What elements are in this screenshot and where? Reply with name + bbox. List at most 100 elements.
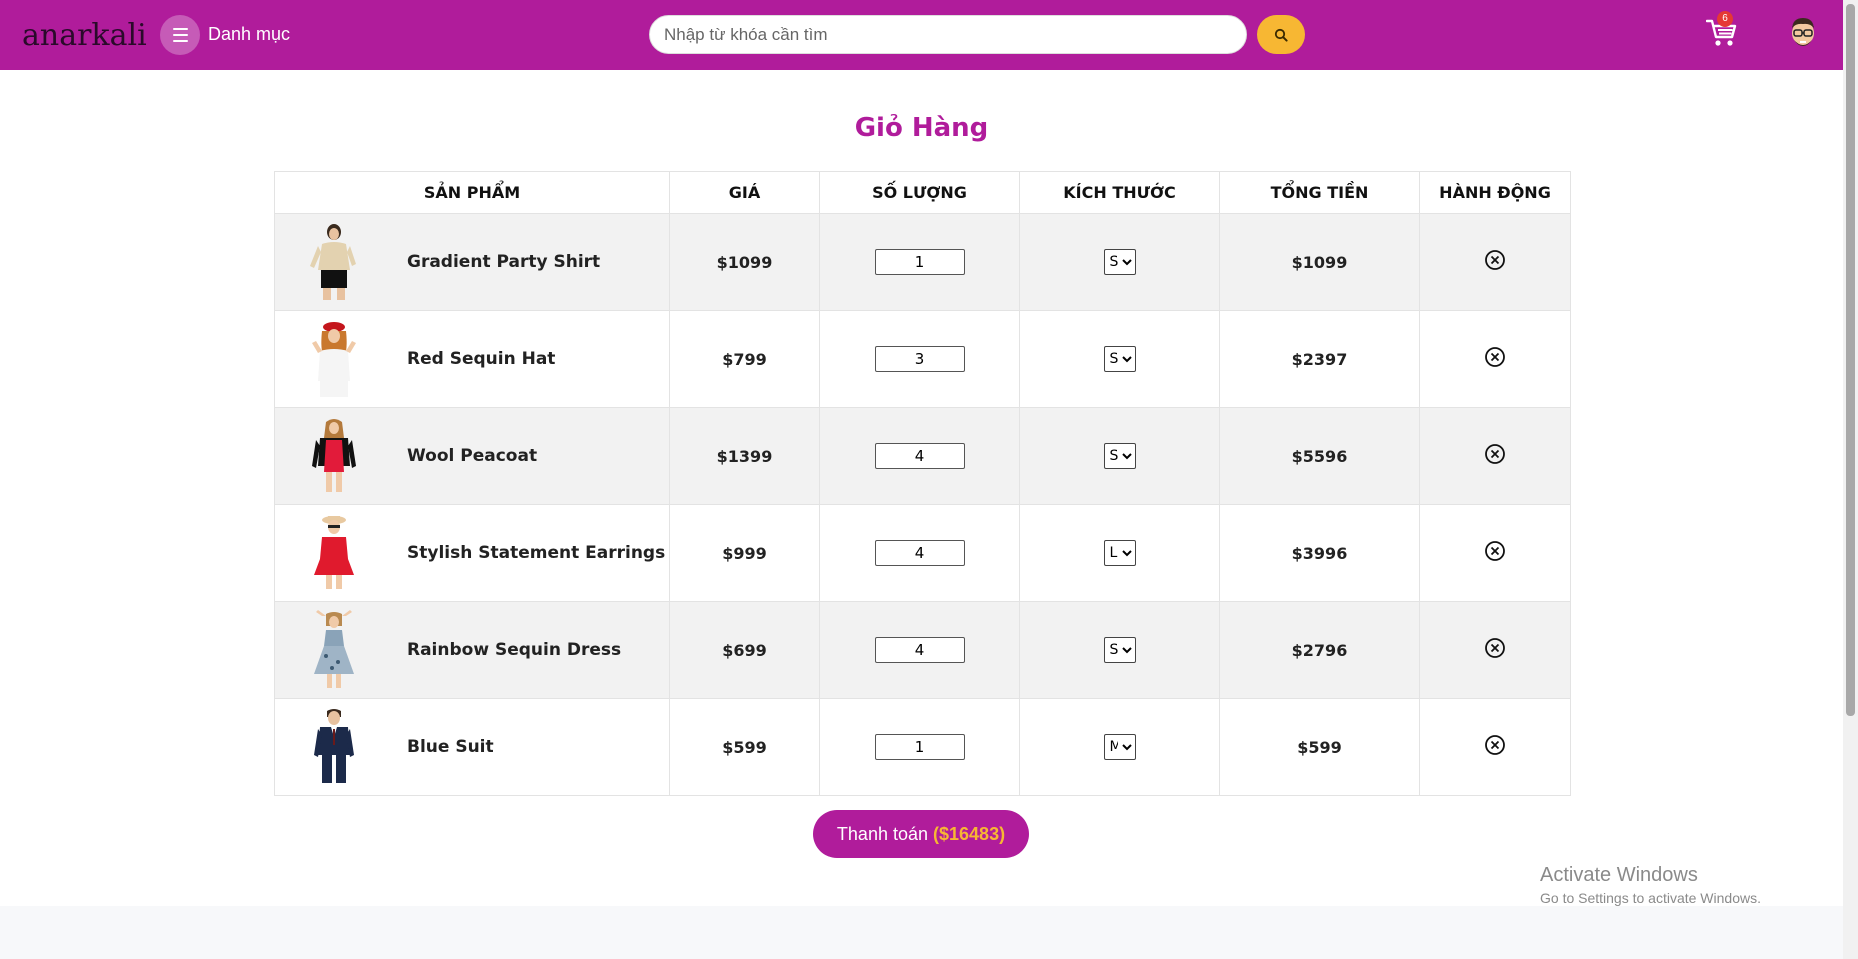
column-header-size: KÍCH THƯỚC <box>1019 171 1220 214</box>
search-icon <box>1274 28 1288 42</box>
footer <box>0 906 1843 959</box>
product-cell: Red Sequin Hat <box>274 310 670 408</box>
action-cell <box>1419 213 1571 311</box>
top-header: anarkali Danh mục 6 <box>0 0 1843 70</box>
quantity-input[interactable] <box>874 734 965 760</box>
checkout-label: Thanh toán <box>836 824 928 844</box>
product-name[interactable]: Blue Suit <box>407 737 494 757</box>
quantity-cell <box>819 310 1020 408</box>
total-cell: $1099 <box>1219 213 1420 311</box>
size-cell: L <box>1019 504 1220 602</box>
product-name[interactable]: Gradient Party Shirt <box>407 252 600 272</box>
size-cell: M <box>1019 698 1220 796</box>
product-cell: Rainbow Sequin Dress <box>274 601 670 699</box>
size-select[interactable]: S <box>1103 637 1136 663</box>
page-title: Giỏ Hàng <box>854 113 989 143</box>
price-cell: $599 <box>669 698 820 796</box>
product-image[interactable] <box>289 408 379 504</box>
checkout-button[interactable]: Thanh toán ($16483) <box>813 810 1029 858</box>
product-cell: Wool Peacoat <box>274 407 670 505</box>
size-select[interactable]: S <box>1103 443 1136 469</box>
remove-icon[interactable] <box>1484 540 1506 562</box>
table-row: Red Sequin Hat $799 S $2397 <box>274 310 1571 408</box>
quantity-cell <box>819 213 1020 311</box>
logo-text: anarkali <box>22 18 147 53</box>
quantity-cell <box>819 504 1020 602</box>
quantity-input[interactable] <box>874 540 965 566</box>
windows-activation-watermark: Activate Windows Go to Settings to activ… <box>1540 864 1761 906</box>
column-header-total: TỔNG TIỀN <box>1219 171 1420 214</box>
product-name[interactable]: Stylish Statement Earrings <box>407 543 665 563</box>
price-cell: $1399 <box>669 407 820 505</box>
hamburger-icon <box>173 28 188 42</box>
watermark-title: Activate Windows <box>1540 864 1698 886</box>
price-cell: $799 <box>669 310 820 408</box>
product-name[interactable]: Rainbow Sequin Dress <box>407 640 621 660</box>
column-header-quantity: SỐ LƯỢNG <box>819 171 1020 214</box>
scrollbar-thumb[interactable] <box>1846 4 1855 716</box>
total-cell: $599 <box>1219 698 1420 796</box>
table-row: Stylish Statement Earrings $999 L $3996 <box>274 504 1571 602</box>
quantity-input[interactable] <box>874 346 965 372</box>
price-cell: $699 <box>669 601 820 699</box>
table-row: Gradient Party Shirt $1099 S $1099 <box>274 213 1571 311</box>
action-cell <box>1419 407 1571 505</box>
remove-icon[interactable] <box>1484 734 1506 756</box>
size-select[interactable]: L <box>1103 540 1136 566</box>
action-cell <box>1419 310 1571 408</box>
price-cell: $1099 <box>669 213 820 311</box>
checkout-total: ($16483) <box>933 824 1006 844</box>
watermark-subtitle: Go to Settings to activate Windows. <box>1540 890 1761 906</box>
remove-icon[interactable] <box>1484 637 1506 659</box>
page-scrollbar[interactable] <box>1843 0 1858 959</box>
search-button[interactable] <box>1257 15 1305 54</box>
size-select[interactable]: S <box>1103 346 1136 372</box>
product-image[interactable] <box>289 214 379 310</box>
remove-icon[interactable] <box>1484 249 1506 271</box>
action-cell <box>1419 601 1571 699</box>
column-header-product: SẢN PHẨM <box>274 171 670 214</box>
column-header-price: GIÁ <box>669 171 820 214</box>
product-cell: Gradient Party Shirt <box>274 213 670 311</box>
remove-icon[interactable] <box>1484 346 1506 368</box>
size-cell: S <box>1019 310 1220 408</box>
brand-logo[interactable]: anarkali <box>22 12 147 56</box>
quantity-input[interactable] <box>874 249 965 275</box>
price-cell: $999 <box>669 504 820 602</box>
total-cell: $5596 <box>1219 407 1420 505</box>
cart-table: SẢN PHẨM GIÁ SỐ LƯỢNG KÍCH THƯỚC TỔNG TI… <box>274 171 1571 796</box>
category-menu-button[interactable] <box>160 15 200 55</box>
size-cell: S <box>1019 601 1220 699</box>
quantity-input[interactable] <box>874 443 965 469</box>
action-cell <box>1419 504 1571 602</box>
quantity-cell <box>819 407 1020 505</box>
product-cell: Blue Suit <box>274 698 670 796</box>
product-image[interactable] <box>289 602 379 698</box>
search-input[interactable] <box>649 15 1247 54</box>
category-menu-label[interactable]: Danh mục <box>208 24 290 45</box>
table-row: Blue Suit $599 M $599 <box>274 698 1571 796</box>
quantity-input[interactable] <box>874 637 965 663</box>
total-cell: $3996 <box>1219 504 1420 602</box>
product-image[interactable] <box>289 311 379 407</box>
action-cell <box>1419 698 1571 796</box>
size-cell: S <box>1019 407 1220 505</box>
table-row: Rainbow Sequin Dress $699 S $2796 <box>274 601 1571 699</box>
remove-icon[interactable] <box>1484 443 1506 465</box>
table-header-row: SẢN PHẨM GIÁ SỐ LƯỢNG KÍCH THƯỚC TỔNG TI… <box>274 171 1571 214</box>
cart-count-badge: 6 <box>1717 11 1733 27</box>
quantity-cell <box>819 601 1020 699</box>
size-cell: S <box>1019 213 1220 311</box>
size-select[interactable]: M <box>1103 734 1136 760</box>
total-cell: $2397 <box>1219 310 1420 408</box>
product-image[interactable] <box>289 699 379 795</box>
size-select[interactable]: S <box>1103 249 1136 275</box>
product-name[interactable]: Red Sequin Hat <box>407 349 555 369</box>
product-image[interactable] <box>289 505 379 601</box>
table-row: Wool Peacoat $1399 S $5596 <box>274 407 1571 505</box>
total-cell: $2796 <box>1219 601 1420 699</box>
user-avatar[interactable] <box>1788 16 1818 50</box>
product-name[interactable]: Wool Peacoat <box>407 446 537 466</box>
column-header-action: HÀNH ĐỘNG <box>1419 171 1571 214</box>
quantity-cell <box>819 698 1020 796</box>
